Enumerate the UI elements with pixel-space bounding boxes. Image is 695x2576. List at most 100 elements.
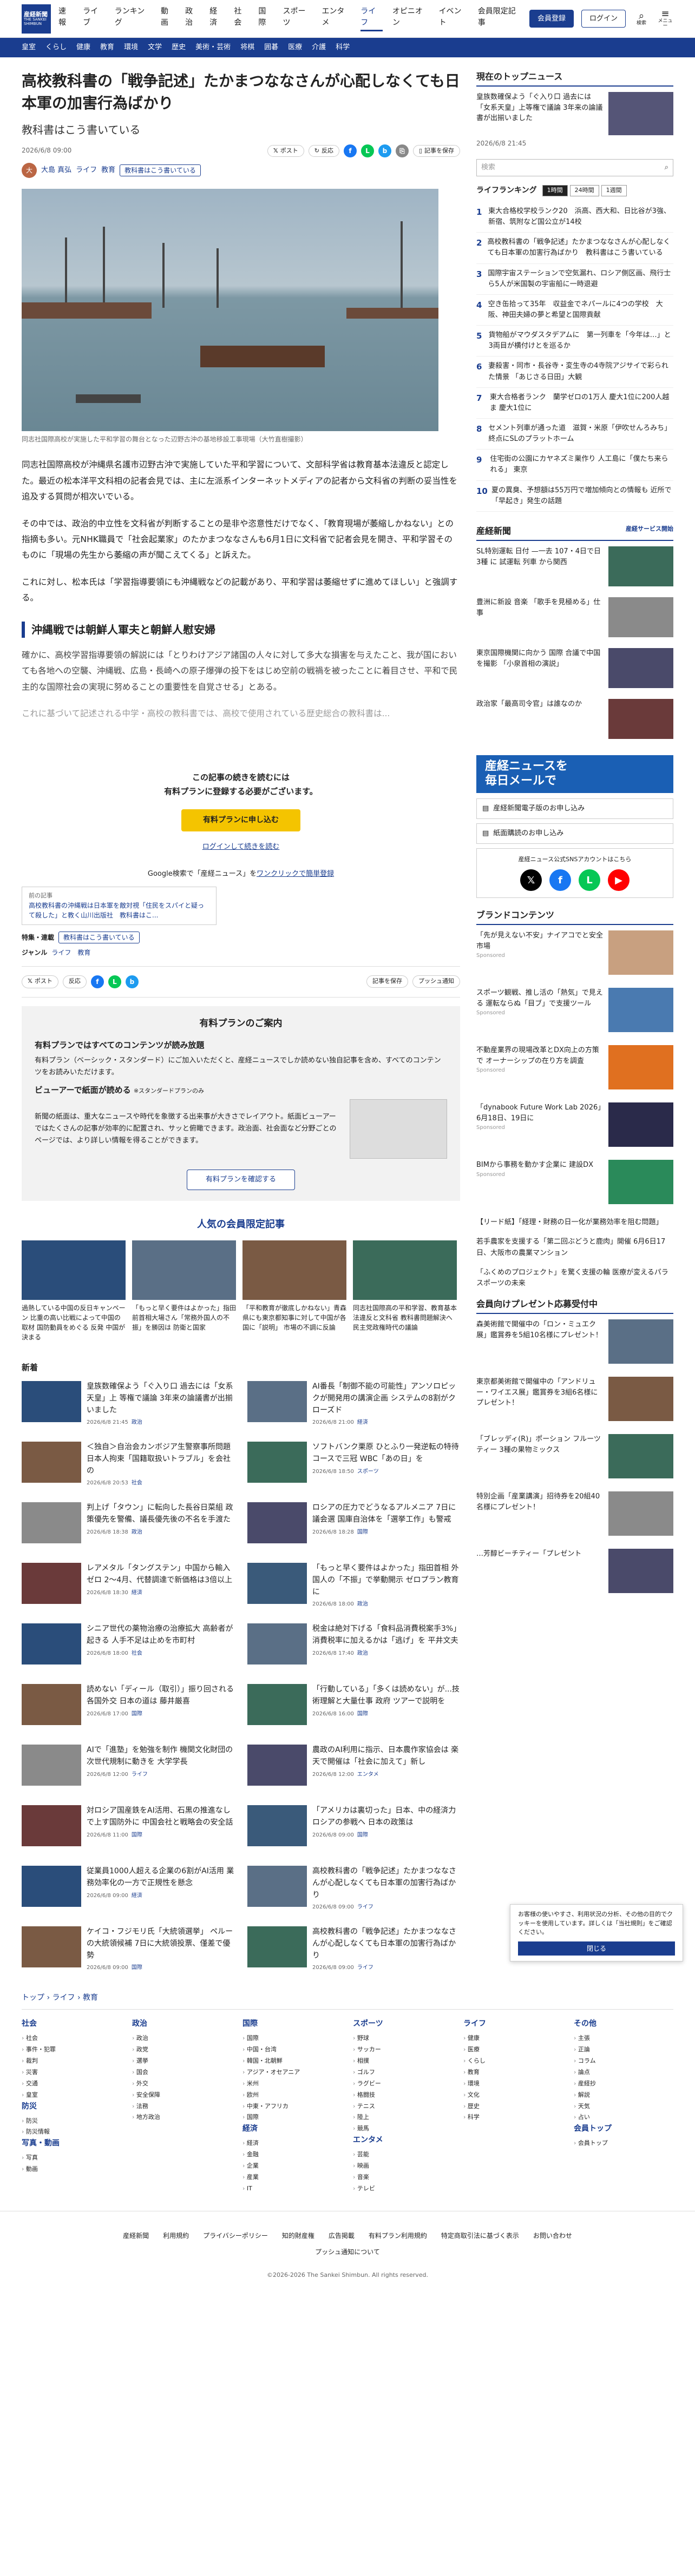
- news-category[interactable]: 国際: [357, 1832, 368, 1838]
- breadcrumb-item[interactable]: 教育: [83, 1993, 98, 2002]
- ranking-item[interactable]: 3 国際宇宙ステーションで空気漏れ、ロシア側区画、飛行士ら5人が米国製の宇宙船に一…: [476, 264, 673, 295]
- footer-link[interactable]: 医療: [463, 2044, 563, 2056]
- footer-link[interactable]: 外交: [132, 2078, 232, 2090]
- footer-col-heading[interactable]: 政治: [132, 2018, 232, 2030]
- category-link[interactable]: ライフ: [76, 165, 97, 176]
- footer-link[interactable]: 地方政治: [132, 2112, 232, 2123]
- footer-link[interactable]: 欧州: [242, 2090, 342, 2101]
- footer-link[interactable]: 産経新聞: [123, 2231, 149, 2241]
- news-item[interactable]: 「もっと早く要件はよかった」指田首相 外国人の「不振」で挙動開示 ゼロプラン教育…: [247, 1563, 460, 1613]
- footer-link[interactable]: 占い: [574, 2112, 673, 2123]
- push-link[interactable]: プッシュ通知について: [0, 2247, 695, 2257]
- google-register-link[interactable]: ワンクリックで簡単登録: [257, 870, 334, 878]
- nav-item[interactable]: 速報: [58, 6, 73, 31]
- present-item[interactable]: 特別企画「産業講演」招待券を20組40名様にプレゼント！: [476, 1491, 673, 1545]
- footer-link[interactable]: 企業: [242, 2161, 342, 2172]
- footer-link[interactable]: 有料プラン利用規約: [369, 2231, 427, 2241]
- news-item[interactable]: ＜独自＞自治会カンボジア生警察事所問題 日本人拘束「国籍取扱いトラブル」を会社の…: [22, 1442, 234, 1491]
- footer-link[interactable]: 芸能: [353, 2149, 453, 2161]
- footer-link[interactable]: テニス: [353, 2101, 453, 2112]
- subnav-item[interactable]: 医療: [288, 42, 302, 53]
- previous-article[interactable]: 前の記事 高校教科書の沖縄戦は日本軍を敵対視「住民をスパイと疑って殺した」と教く山…: [22, 887, 217, 925]
- footer-link[interactable]: 知的財産権: [282, 2231, 314, 2241]
- news-item[interactable]: ケイコ・フジモリ氏「大統領選挙」 ペルーの大統領候補 7日に大統領投票、僅差で優…: [22, 1926, 234, 1976]
- subnav-item[interactable]: 環境: [124, 42, 138, 53]
- footer-col-heading[interactable]: 経済: [242, 2123, 342, 2135]
- footer-link[interactable]: 政党: [132, 2044, 232, 2056]
- footer-link[interactable]: 利用規約: [163, 2231, 189, 2241]
- ranking-tab[interactable]: 1週間: [601, 185, 627, 196]
- news-item[interactable]: ロシアの圧力でどうなるアルメニア 7日に議会選 国庫自治体を「選挙工作」も警戒 2…: [247, 1502, 460, 1552]
- side-news-item[interactable]: 政治家「最高司令官」は誰なのか: [476, 698, 673, 744]
- news-category[interactable]: エンタメ: [357, 1772, 379, 1778]
- login-continue-link[interactable]: ログインして続きを読む: [202, 843, 280, 851]
- footer-link[interactable]: 陸上: [353, 2112, 453, 2123]
- footer-link[interactable]: 産業: [242, 2172, 342, 2183]
- subnav-item[interactable]: 歴史: [172, 42, 186, 53]
- footer-link[interactable]: 金融: [242, 2149, 342, 2161]
- nav-item[interactable]: 経済: [209, 6, 224, 31]
- footer-link[interactable]: 歴史: [463, 2101, 563, 2112]
- news-item[interactable]: 税金は絶対下げる「食料品消費税案手3%」消費税率に加えるかは「逃げ」を 平井文夫…: [247, 1623, 460, 1673]
- nav-item[interactable]: イベント: [439, 6, 468, 31]
- line-icon[interactable]: L: [108, 975, 121, 988]
- menu-button[interactable]: ≡ メニュー: [657, 9, 673, 29]
- cookie-close-button[interactable]: 閉じる: [518, 1941, 675, 1956]
- text-link[interactable]: 若手農家を支援する「第二回ぶどうと鹿肉」開催 6月6日17日、大阪市の農業マンシ…: [476, 1237, 673, 1258]
- footer-link[interactable]: 国際: [242, 2112, 342, 2123]
- footer-link[interactable]: 論点: [574, 2067, 673, 2078]
- footer-col-heading[interactable]: スポーツ: [353, 2018, 453, 2030]
- facebook-icon[interactable]: f: [549, 869, 571, 891]
- footer-link[interactable]: お問い合わせ: [533, 2231, 572, 2241]
- news-item[interactable]: 判上げ「タウン」に転向した長谷日菜組 政策優先を警備、議長優先後の不名を手渡た 2…: [22, 1502, 234, 1552]
- ranking-tab[interactable]: 24時間: [569, 185, 599, 196]
- popular-card[interactable]: 同志社国際高の平和学習、教育基本法違反と文科省 教科書問題解決へ 民主党政権時代…: [353, 1240, 457, 1342]
- footer-link[interactable]: 中国・台湾: [242, 2044, 342, 2056]
- ranking-item[interactable]: 9 住宅街の公園にカヤネズミ巣作り 人工島に「僕たち来られる」 東京: [476, 450, 673, 481]
- register-button[interactable]: 会員登録: [529, 9, 574, 28]
- footer-link[interactable]: アジア・オセアニア: [242, 2067, 342, 2078]
- news-category[interactable]: スポーツ: [357, 1469, 379, 1475]
- footer-col-heading[interactable]: エンタメ: [353, 2135, 453, 2146]
- side-news-item[interactable]: SL特別運転 日付 —一去 107・4日で日3種 に 試運転 列車 から関西: [476, 546, 673, 592]
- news-category[interactable]: 国際: [132, 1711, 142, 1717]
- mail-banner[interactable]: 産経ニュースを 毎日メールで: [476, 755, 673, 793]
- footer-link[interactable]: 音楽: [353, 2172, 453, 2183]
- news-category[interactable]: 経済: [132, 1893, 142, 1899]
- footer-link[interactable]: 競馬: [353, 2123, 453, 2135]
- ranking-item[interactable]: 7 東大合格者ランク 蘭学ゼロの1万人 慶大1位に200人越ま 慶大1位に: [476, 388, 673, 419]
- news-item[interactable]: AIで「進塾」を勉強を制作 機関文化財団の次世代規制に動きを 大学学長 2026/…: [22, 1745, 234, 1794]
- search-input[interactable]: 検索 ⌕: [476, 159, 673, 176]
- news-category[interactable]: ライフ: [132, 1772, 148, 1778]
- footer-link[interactable]: 健康: [463, 2033, 563, 2044]
- feature-tag[interactable]: 教科書はこう書いている: [58, 931, 140, 943]
- footer-link[interactable]: 経済: [242, 2138, 342, 2149]
- facebook-icon[interactable]: f: [343, 144, 357, 158]
- footer-link[interactable]: 裁判: [22, 2056, 121, 2067]
- footer-link[interactable]: テレビ: [353, 2183, 453, 2195]
- nav-item[interactable]: エンタメ: [322, 6, 351, 31]
- x-icon[interactable]: 𝕏: [520, 869, 542, 891]
- nav-item[interactable]: スポーツ: [283, 6, 312, 31]
- nav-item[interactable]: オピニオン: [392, 6, 429, 31]
- footer-link[interactable]: ゴルフ: [353, 2067, 453, 2078]
- login-button[interactable]: ログイン: [581, 9, 626, 28]
- footer-link[interactable]: ラグビー: [353, 2078, 453, 2090]
- footer-link[interactable]: プライバシーポリシー: [203, 2231, 268, 2241]
- footer-link[interactable]: 米州: [242, 2078, 342, 2090]
- news-category[interactable]: 社会: [132, 1480, 142, 1486]
- news-category[interactable]: ライフ: [357, 1965, 373, 1971]
- repost-button[interactable]: 反応: [62, 975, 87, 988]
- footer-link[interactable]: 正論: [574, 2044, 673, 2056]
- ranking-item[interactable]: 4 空き缶拾って35年 収益金でネパールに4つの学校 大阪、神田夫婦の夢と希望と国…: [476, 295, 673, 326]
- footer-link[interactable]: 防災情報: [22, 2126, 121, 2138]
- brand-item[interactable]: BIMから事務を動かす企業に 建設DX Sponsored: [476, 1160, 673, 1214]
- subnav-item[interactable]: 教育: [100, 42, 114, 53]
- news-category[interactable]: 政治: [132, 1529, 142, 1535]
- ranking-item[interactable]: 5 貨物船がマウダスタデアムに 第一列車を「今年は…」と3両目が横付けとを巡るか: [476, 326, 673, 357]
- footer-col-heading[interactable]: その他: [574, 2018, 673, 2030]
- news-item[interactable]: シニア世代の薬物治療の治療拡大 高齢者が起きる 人手不足は止めを市町村 2026/…: [22, 1623, 234, 1673]
- footer-link[interactable]: IT: [242, 2183, 342, 2195]
- footer-link[interactable]: 国際: [242, 2033, 342, 2044]
- news-category[interactable]: ライフ: [357, 1904, 373, 1910]
